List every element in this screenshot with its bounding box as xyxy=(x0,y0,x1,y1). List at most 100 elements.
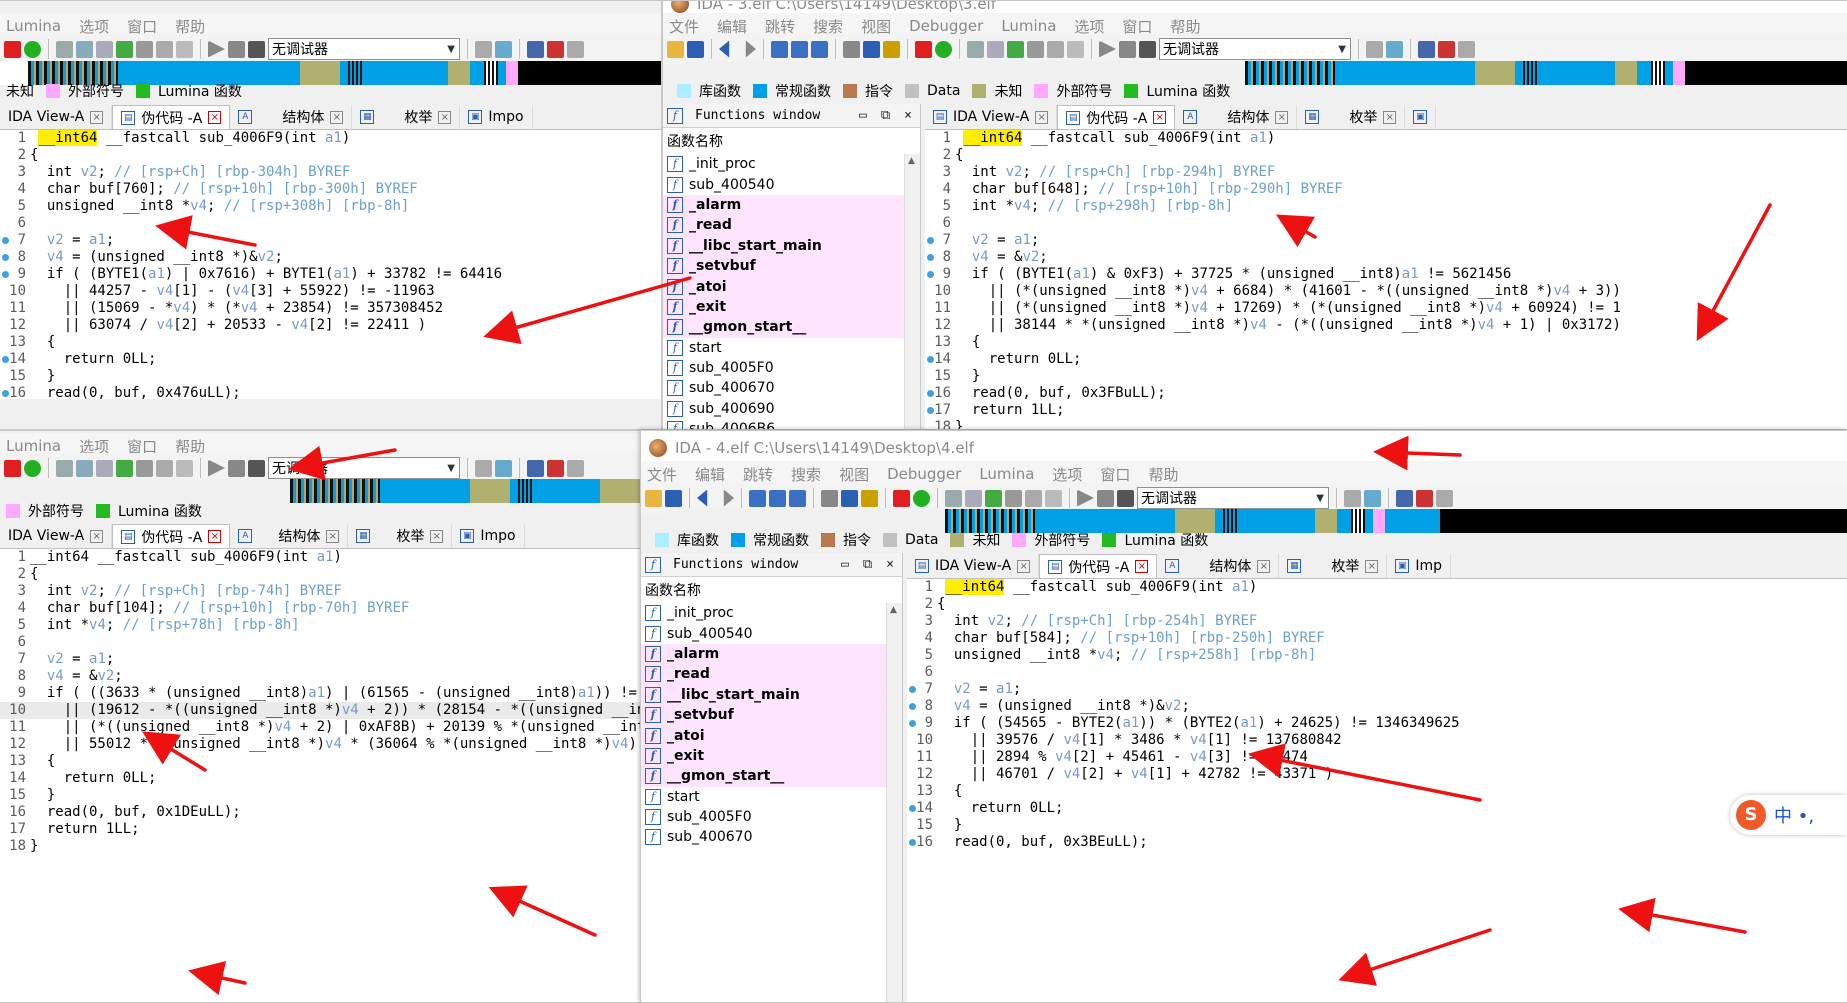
close-icon[interactable]: × xyxy=(430,529,444,543)
code-line[interactable]: 8 v4 = &v2; xyxy=(925,249,1847,266)
debug-icon[interactable] xyxy=(4,40,21,58)
menu-lumina[interactable]: Lumina xyxy=(1001,17,1056,35)
menu-help[interactable]: 帮助 xyxy=(1148,464,1178,485)
close-icon[interactable]: × xyxy=(438,110,452,124)
function-list-item[interactable]: f sub_400540 xyxy=(641,623,902,643)
code-line[interactable]: 2{ xyxy=(925,147,1847,164)
tab-ida-view[interactable]: ▤ IDA View-A × xyxy=(907,554,1040,578)
tab-structures[interactable]: A 结构体 × xyxy=(1157,554,1280,578)
function-list-item[interactable]: f _exit xyxy=(663,296,920,318)
code-line[interactable]: 14 return 0LL; xyxy=(0,351,661,368)
close-icon[interactable]: × xyxy=(1153,111,1167,124)
function-list-item[interactable]: f sub_4005F0 xyxy=(641,807,902,827)
menu-file[interactable]: 文件 xyxy=(647,464,677,485)
code-line[interactable]: 11 || (15069 - *v4) * (*v4 + 23854) != 3… xyxy=(0,300,661,317)
tool-icon[interactable] xyxy=(96,40,113,58)
tool-icon[interactable] xyxy=(965,489,982,507)
tool-icon[interactable] xyxy=(1005,489,1022,507)
function-list-item[interactable]: f _init_proc xyxy=(641,603,902,623)
code-line[interactable]: 7 v2 = a1; xyxy=(907,681,1847,698)
tool-icon[interactable] xyxy=(527,40,544,58)
tool-icon[interactable] xyxy=(985,489,1002,507)
menu-options[interactable]: 选项 xyxy=(1052,464,1082,485)
debugger-select[interactable]: 无调试器 ▼ xyxy=(268,457,460,479)
tool-icon[interactable] xyxy=(1364,489,1381,507)
code-line[interactable]: 11 || (*((unsigned __int8 *)v4 + 2) | 0x… xyxy=(0,719,641,736)
code-line[interactable]: 1 __int64 __fastcall sub_4006F9(int a1) xyxy=(0,549,641,566)
tool-icon[interactable] xyxy=(136,40,153,58)
tool-icon[interactable] xyxy=(1436,489,1453,507)
function-list-item[interactable]: f __gmon_start__ xyxy=(641,766,902,787)
forward-icon[interactable] xyxy=(723,489,734,507)
run-icon[interactable] xyxy=(913,489,930,507)
menu-window[interactable]: 窗口 xyxy=(1100,464,1130,485)
tool-icon[interactable] xyxy=(769,489,786,507)
pause-icon[interactable] xyxy=(228,40,245,58)
close-icon[interactable]: × xyxy=(1135,560,1149,573)
code-line[interactable]: 16 read(0, buf, 0x3BEuLL); xyxy=(907,834,1847,851)
code-line[interactable]: 11 || 2894 % v4[2] + 45461 - v4[3] != 45… xyxy=(907,749,1847,766)
tool-icon[interactable] xyxy=(475,459,492,477)
close-icon[interactable] xyxy=(176,459,193,477)
code-line[interactable]: 9 if ( (54565 - BYTE2(a1)) * (BYTE2(a1) … xyxy=(907,715,1847,732)
open-icon[interactable] xyxy=(667,40,684,58)
tool-icon[interactable] xyxy=(527,459,544,477)
tool-icon[interactable] xyxy=(76,459,93,477)
code-line[interactable]: 1 __int64 __fastcall sub_4006F9(int a1) xyxy=(0,130,661,147)
tab-imports[interactable]: ▣ Imp xyxy=(1387,554,1451,578)
close-icon[interactable]: × xyxy=(904,108,912,123)
code-line[interactable]: 3 int v2; // [rsp+Ch] [rbp-254h] BYREF xyxy=(907,613,1847,630)
tool-icon[interactable] xyxy=(1418,40,1435,58)
function-list-item[interactable]: f sub_400540 xyxy=(663,174,920,194)
function-list-item[interactable]: f start xyxy=(663,338,920,358)
tool-icon[interactable] xyxy=(861,489,878,507)
close-icon[interactable]: × xyxy=(208,111,222,124)
tab-imports[interactable]: ▣ xyxy=(1405,105,1437,129)
tool-icon[interactable] xyxy=(1416,489,1433,507)
tool-icon[interactable] xyxy=(567,40,584,58)
code-line[interactable]: 12 || 55012 * *(unsigned __int8 *)v4 * (… xyxy=(0,736,641,753)
tool-icon[interactable] xyxy=(56,459,73,477)
tool-icon[interactable] xyxy=(843,40,860,58)
tool-icon[interactable] xyxy=(1027,40,1044,58)
debugger-select[interactable]: 无调试器 ▼ xyxy=(1137,487,1329,509)
tool-icon[interactable] xyxy=(547,40,564,58)
tab-ida-view[interactable]: IDA View-A × xyxy=(0,524,113,548)
close-icon[interactable]: × xyxy=(1257,559,1271,573)
code-line[interactable]: 12 || 63074 / v4[2] + 20533 - v4[2] != 2… xyxy=(0,317,661,334)
back-icon[interactable] xyxy=(719,40,730,58)
tool-icon[interactable] xyxy=(156,459,173,477)
code-line[interactable]: 13 { xyxy=(925,334,1847,351)
code-line[interactable]: 12 || 38144 * *(unsigned __int8 *)v4 - (… xyxy=(925,317,1847,334)
code-line[interactable]: 9 if ( (BYTE1(a1) & 0xF3) + 37725 * (uns… xyxy=(925,266,1847,283)
function-list-item[interactable]: f _setvbuf xyxy=(663,255,920,277)
function-list-item[interactable]: f _setvbuf xyxy=(641,704,902,726)
pseudocode-view[interactable]: 1 __int64 __fastcall sub_4006F9(int a1) 2… xyxy=(0,130,661,399)
tab-enums[interactable]: ▦ 枚举 × xyxy=(1279,554,1388,578)
code-line[interactable]: 3 int v2; // [rsp+Ch] [rbp-304h] BYREF xyxy=(0,164,661,181)
minimize-icon[interactable]: ▭ xyxy=(859,108,867,123)
function-list-item[interactable]: f sub_4005F0 xyxy=(663,358,920,378)
function-list-item[interactable]: f sub_400690 xyxy=(663,399,920,419)
tool-icon[interactable] xyxy=(116,40,133,58)
code-line[interactable]: 8 v4 = &v2; xyxy=(0,668,641,685)
close-icon[interactable]: × xyxy=(90,529,104,543)
code-line[interactable]: 5 unsigned __int8 *v4; // [rsp+308h] [rb… xyxy=(0,198,661,215)
code-line[interactable]: 18} xyxy=(0,838,641,855)
minimize-icon[interactable]: ▭ xyxy=(841,557,849,572)
tab-ida-view[interactable]: IDA View-A × xyxy=(0,105,113,129)
tab-structures[interactable]: A 结构体 × xyxy=(230,524,349,548)
function-list-item[interactable]: f __gmon_start__ xyxy=(663,317,920,338)
tool-icon[interactable] xyxy=(1047,40,1064,58)
code-line[interactable]: 6 xyxy=(0,634,641,651)
tool-icon[interactable] xyxy=(1366,40,1383,58)
tab-enums[interactable]: ▦ 枚举 × xyxy=(348,524,453,548)
code-line[interactable]: 10 || (19612 - *((unsigned __int8 *)v4 +… xyxy=(0,702,641,719)
code-line[interactable]: 15 } xyxy=(0,368,661,385)
code-line[interactable]: 18} xyxy=(925,419,1847,429)
tool-icon[interactable] xyxy=(771,40,788,58)
ime-indicator[interactable]: S 中 •, xyxy=(1730,795,1847,835)
tool-icon[interactable] xyxy=(1458,40,1475,58)
run-icon[interactable] xyxy=(24,40,41,58)
tool-icon[interactable] xyxy=(495,40,512,58)
